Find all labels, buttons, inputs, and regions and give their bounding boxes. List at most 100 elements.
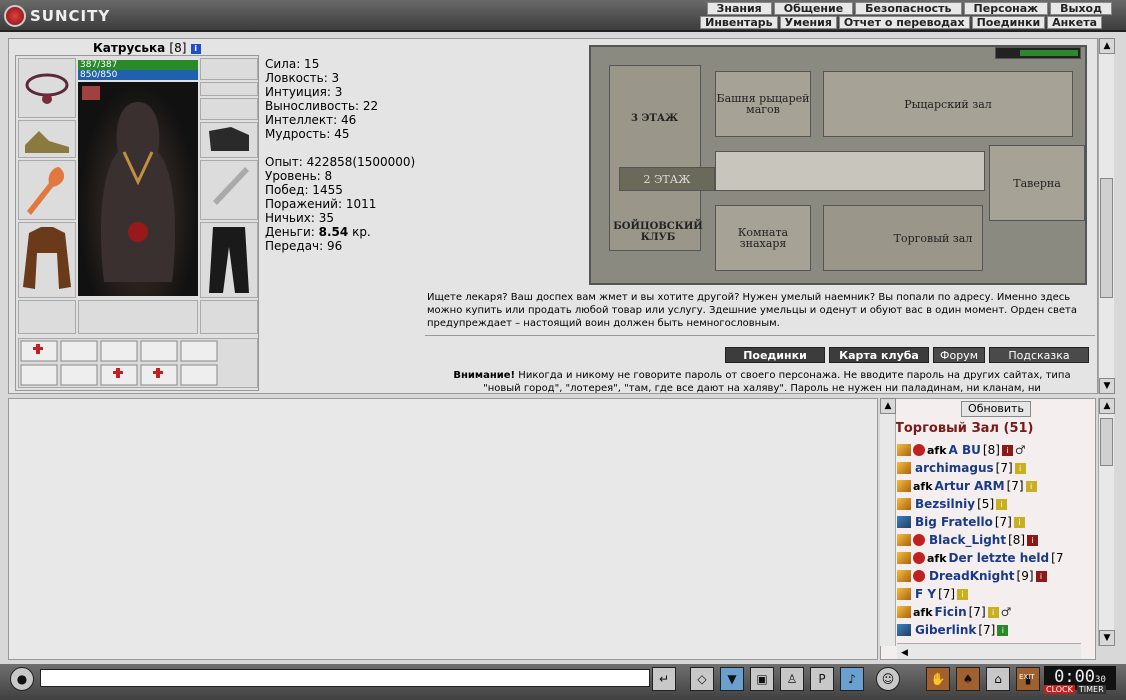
userlist-left-scrollbar[interactable]: ▲ xyxy=(880,398,896,646)
forum-button[interactable]: Форум xyxy=(933,347,985,363)
submenu-transfers[interactable]: Отчет о переводах xyxy=(838,16,970,29)
hand-icon[interactable]: ✋ xyxy=(926,667,950,691)
add-friend-icon[interactable]: ♂ xyxy=(1001,605,1015,619)
add-friend-icon[interactable]: ♂ xyxy=(1015,443,1029,457)
userlist-scrollbar[interactable]: ▲ ▼ xyxy=(1098,398,1115,646)
equipment-panel: 387/387 850/850 xyxy=(15,55,259,391)
userlist-hscrollbar[interactable]: ◀ xyxy=(897,643,1081,659)
scroll-thumb[interactable] xyxy=(1100,178,1113,298)
submenu-duels[interactable]: Поединки xyxy=(971,16,1046,29)
submenu-inventory[interactable]: Инвентарь xyxy=(700,16,778,29)
pants-slot[interactable] xyxy=(200,222,258,298)
user-row[interactable]: Bezsilniy [5] i xyxy=(897,495,1095,513)
user-row[interactable]: Giberlink [7] i xyxy=(897,621,1095,639)
duels-button[interactable]: Поединки xyxy=(725,347,825,363)
rune-slots[interactable] xyxy=(78,300,198,334)
map-healer[interactable]: Комната знахаря xyxy=(715,205,811,271)
user-row[interactable]: Big Fratello [7] i xyxy=(897,513,1095,531)
character-name[interactable]: Катруська [8] i xyxy=(93,41,201,55)
map-floor3[interactable]: 3 ЭТАЖ xyxy=(631,113,678,124)
armor-slot[interactable] xyxy=(18,222,76,298)
ring-slots-top[interactable] xyxy=(200,58,258,80)
menu-communication[interactable]: Общение xyxy=(773,2,854,15)
user-row[interactable]: afk Artur ARM [7] i xyxy=(897,477,1095,495)
sound-icon[interactable]: ♪ xyxy=(840,667,864,691)
avatar-figure-icon xyxy=(82,86,176,282)
save-icon[interactable]: ▣ xyxy=(750,667,774,691)
eraser-icon[interactable]: ◇ xyxy=(690,667,714,691)
menu-security[interactable]: Безопасность xyxy=(855,2,962,15)
cards-icon[interactable]: ♠ xyxy=(956,667,980,691)
walk-icon[interactable]: ♙ xyxy=(780,667,804,691)
map-club[interactable]: БОЙЦОВСКИЙ КЛУБ xyxy=(613,221,703,243)
map-corridor xyxy=(715,151,985,191)
chat-mode-icon[interactable]: ● xyxy=(10,667,34,691)
sword-slot[interactable] xyxy=(200,160,258,220)
user-row[interactable]: archimagus [7] i xyxy=(897,459,1095,477)
info-icon[interactable]: i xyxy=(190,43,201,54)
scroll-left-icon[interactable]: ◀ xyxy=(897,648,908,658)
belt-slot-small[interactable] xyxy=(200,82,258,96)
amulet-slot[interactable] xyxy=(18,58,76,118)
club-map-button[interactable]: Карта клуба xyxy=(829,347,929,363)
menu-character[interactable]: Персонаж xyxy=(963,2,1049,15)
private-icon[interactable]: P xyxy=(810,667,834,691)
send-icon[interactable]: ↵ xyxy=(652,667,676,691)
rings-slot[interactable] xyxy=(200,98,258,120)
info-icon[interactable]: i xyxy=(997,624,1009,636)
filter-icon[interactable]: ▼ xyxy=(720,667,744,691)
info-icon[interactable]: i xyxy=(957,588,969,600)
scroll-down-icon[interactable]: ▼ xyxy=(1099,630,1115,646)
boots-slot[interactable] xyxy=(18,120,76,158)
map-tavern[interactable]: Таверна xyxy=(989,145,1085,221)
main-scrollbar[interactable]: ▲ ▼ xyxy=(1098,38,1115,394)
map-knight-hall[interactable]: Рыцарский зал xyxy=(823,71,1073,137)
scroll-up-icon[interactable]: ▲ xyxy=(1099,38,1115,54)
info-icon[interactable]: i xyxy=(1013,516,1025,528)
user-row[interactable]: Black_Light [8] i xyxy=(897,531,1095,549)
character-avatar[interactable] xyxy=(78,82,198,296)
map-tower[interactable]: Башня рыцарей магов xyxy=(715,71,811,137)
shoes-slot[interactable] xyxy=(200,300,258,334)
scroll-thumb[interactable] xyxy=(1100,418,1113,466)
belt-items[interactable] xyxy=(18,338,258,388)
chat-area[interactable] xyxy=(8,398,878,660)
smile-icon[interactable]: ☺ xyxy=(876,667,900,691)
hint-button[interactable]: Подсказка xyxy=(989,347,1089,363)
map-floor2[interactable]: 2 ЭТАЖ xyxy=(619,167,715,191)
info-icon[interactable]: i xyxy=(987,606,999,618)
info-icon[interactable]: i xyxy=(1025,480,1037,492)
user-row[interactable]: F Y [7] i xyxy=(897,585,1095,603)
chat-input[interactable] xyxy=(40,669,650,687)
belt-slot[interactable] xyxy=(18,300,76,334)
clock-label[interactable]: CLOCK xyxy=(1044,685,1075,694)
scroll-up-icon[interactable]: ▲ xyxy=(1099,398,1115,414)
menu-knowledge[interactable]: Знания xyxy=(706,2,772,15)
exit-icon[interactable]: EXIT ▮ xyxy=(1016,667,1040,691)
refresh-button[interactable]: Обновить xyxy=(961,401,1031,417)
menu-exit[interactable]: Выход xyxy=(1050,2,1112,15)
scroll-up-icon[interactable]: ▲ xyxy=(880,398,896,414)
character-stats: Сила: 15 Ловкость: 3 Интуиция: 3 Выносли… xyxy=(265,57,415,253)
gloves-slot[interactable] xyxy=(200,122,258,158)
info-icon[interactable]: i xyxy=(1014,462,1026,474)
weapon-slot[interactable] xyxy=(18,160,76,220)
scroll-down-icon[interactable]: ▼ xyxy=(1099,378,1115,394)
action-icon xyxy=(897,516,911,528)
timer-label[interactable]: TIMER xyxy=(1076,685,1106,694)
home-icon[interactable]: ⌂ xyxy=(986,667,1010,691)
submenu-profile[interactable]: Анкета xyxy=(1047,16,1102,29)
user-row[interactable]: afk Ficin [7] i ♂ xyxy=(897,603,1095,621)
info-icon[interactable]: i xyxy=(1001,444,1013,456)
submenu-skills[interactable]: Умения xyxy=(779,16,837,29)
map-trade-hall[interactable]: Торговый зал xyxy=(823,205,983,271)
user-row[interactable]: afk A BU [8] i ♂ xyxy=(897,441,1095,459)
user-row[interactable]: DreadKnight [9] i xyxy=(897,567,1095,585)
user-row[interactable]: afk Der letzte held [7 xyxy=(897,549,1095,567)
stat-wisdom: Мудрость: 45 xyxy=(265,127,350,141)
info-icon[interactable]: i xyxy=(1035,570,1047,582)
map-trade-hall-label: Торговый зал xyxy=(893,231,973,245)
action-icon xyxy=(897,534,911,546)
info-icon[interactable]: i xyxy=(996,498,1008,510)
info-icon[interactable]: i xyxy=(1027,534,1039,546)
